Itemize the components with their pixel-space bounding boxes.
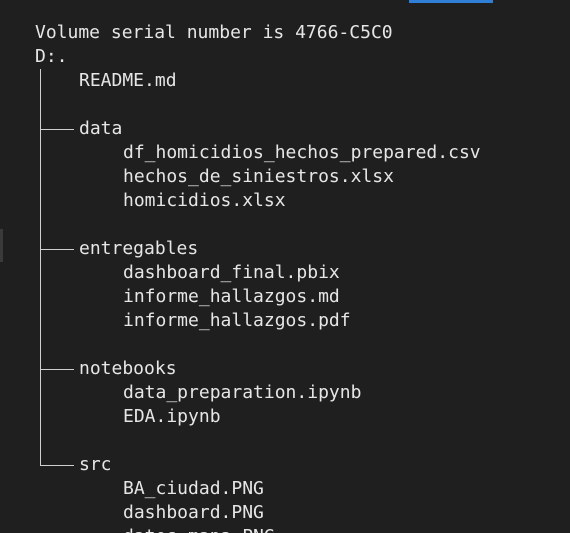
tree-file: df_homicidios_hechos_prepared.csv: [123, 142, 481, 163]
tree-file-readme: README.md: [79, 70, 177, 91]
volume-serial-line: Volume serial number is 4766-C5C0: [35, 22, 393, 43]
tree-file: informe_hallazgos.md: [123, 286, 340, 307]
tree-file: homicidios.xlsx: [123, 190, 286, 211]
tree-file: data_preparation.ipynb: [123, 382, 362, 403]
tree-folder-src: src: [79, 454, 112, 475]
tree-file: dashboard.PNG: [123, 502, 264, 523]
scrollbar-marker: [0, 229, 3, 262]
tree-branch-notebooks: [40, 369, 74, 370]
drive-line: D:.: [35, 46, 68, 67]
tree-file: datos_mapa.PNG: [123, 525, 275, 533]
tree-file: dashboard_final.pbix: [123, 262, 340, 283]
tree-file: BA_ciudad.PNG: [123, 478, 264, 499]
tree-branch-entregables: [40, 249, 74, 250]
tree-folder-data: data: [79, 118, 123, 139]
tree-file: EDA.ipynb: [123, 406, 221, 427]
tree-file: informe_hallazgos.pdf: [123, 310, 351, 331]
terminal-window[interactable]: Volume serial number is 4766-C5C0 D:. RE…: [0, 0, 570, 533]
tree-folder-entregables: entregables: [79, 238, 199, 259]
tree-file: hechos_de_siniestros.xlsx: [123, 166, 394, 187]
tab-active-indicator: [409, 0, 493, 3]
tree-branch-src: [40, 465, 74, 466]
tree-folder-notebooks: notebooks: [79, 358, 177, 379]
tree-branch-data: [40, 129, 74, 130]
